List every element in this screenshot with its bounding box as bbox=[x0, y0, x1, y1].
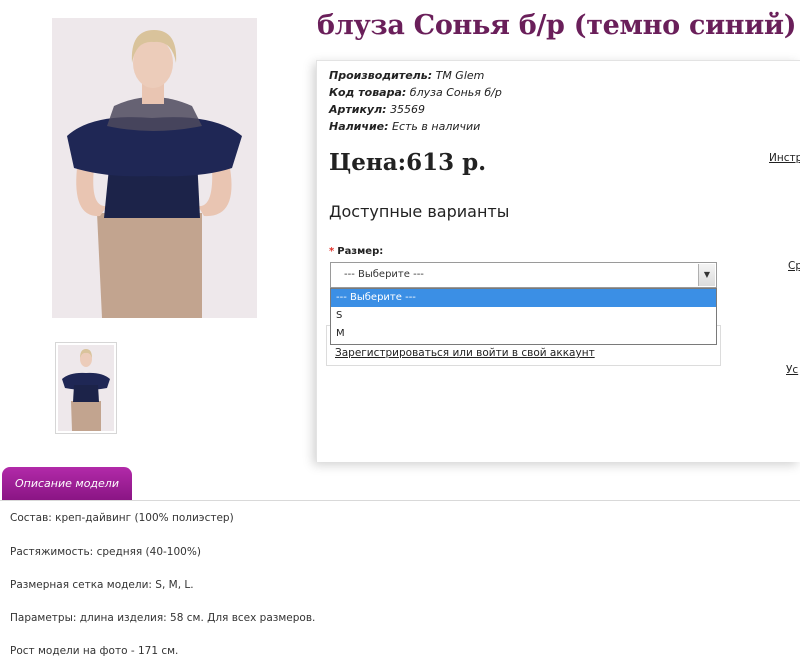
product-meta: Производитель: TM Glem Код товара: блуза… bbox=[329, 67, 502, 135]
size-label-text: Размер: bbox=[337, 246, 384, 257]
parameters-text: длина изделия: 58 см. Для всех размеров. bbox=[79, 612, 316, 624]
stretch-label: Растяжимость: bbox=[10, 546, 94, 558]
size-grid-label: Размерная сетка модели: bbox=[10, 579, 152, 591]
composition-text: креп-дайвинг (100% полиэстер) bbox=[55, 512, 234, 524]
side-link-compare[interactable]: Ср bbox=[788, 260, 800, 272]
availability-value: Есть в наличии bbox=[392, 120, 481, 133]
side-link-instruction[interactable]: Инстр bbox=[769, 152, 800, 164]
product-title: блуза Сонья б/р (темно синий) bbox=[317, 10, 797, 41]
size-select-value: --- Выберите --- bbox=[344, 269, 424, 280]
model-height-label: Рост модели на фото bbox=[10, 645, 128, 657]
product-code-value: блуза Сонья б/р bbox=[409, 86, 502, 99]
model-height-text: - 171 см. bbox=[130, 645, 179, 657]
size-option-m[interactable]: M bbox=[331, 325, 716, 343]
size-option-s[interactable]: S bbox=[331, 307, 716, 325]
composition-label: Состав: bbox=[10, 512, 52, 524]
size-option-placeholder[interactable]: --- Выберите --- bbox=[331, 289, 716, 307]
availability-row: Наличие: Есть в наличии bbox=[329, 118, 502, 135]
tab-divider bbox=[0, 500, 800, 501]
description-line: Растяжимость: средняя (40-100%) bbox=[10, 545, 315, 559]
product-code-row: Код товара: блуза Сонья б/р bbox=[329, 84, 502, 101]
stretch-text: средняя (40-100%) bbox=[96, 546, 201, 558]
manufacturer-value[interactable]: TM Glem bbox=[436, 69, 485, 82]
sku-value: 35569 bbox=[390, 103, 426, 116]
manufacturer-label: Производитель: bbox=[329, 69, 433, 82]
model-description: Состав: креп-дайвинг (100% полиэстер) Ра… bbox=[10, 511, 315, 663]
variants-heading: Доступные варианты bbox=[329, 202, 510, 221]
sku-row: Артикул: 35569 bbox=[329, 101, 502, 118]
availability-label: Наличие: bbox=[329, 120, 389, 133]
product-code-label: Код товара: bbox=[329, 86, 407, 99]
side-link-conditions[interactable]: Ус bbox=[786, 364, 798, 376]
product-info-panel: Производитель: TM Glem Код товара: блуза… bbox=[316, 60, 800, 462]
thumbnail-photo-illustration bbox=[58, 345, 114, 431]
description-line: Параметры: длина изделия: 58 см. Для все… bbox=[10, 611, 315, 625]
chevron-down-icon[interactable]: ▼ bbox=[698, 264, 715, 286]
product-price: Цена:613 р. bbox=[329, 149, 487, 176]
description-line: Размерная сетка модели: S, M, L. bbox=[10, 578, 315, 592]
register-login-link[interactable]: Зарегистрироваться или войти в свой акка… bbox=[335, 347, 595, 359]
size-label: * Размер: bbox=[329, 246, 383, 257]
required-mark: * bbox=[329, 246, 335, 257]
product-thumbnail[interactable] bbox=[55, 342, 117, 434]
size-dropdown-list[interactable]: --- Выберите --- S M bbox=[330, 288, 717, 345]
size-select[interactable]: --- Выберите --- ▼ bbox=[330, 262, 717, 288]
sku-label: Артикул: bbox=[329, 103, 387, 116]
product-main-image[interactable] bbox=[52, 18, 257, 318]
manufacturer-row: Производитель: TM Glem bbox=[329, 67, 502, 84]
parameters-label: Параметры: bbox=[10, 612, 77, 624]
tab-model-description[interactable]: Описание модели bbox=[2, 467, 132, 500]
size-grid-text: S, M, L. bbox=[155, 579, 194, 591]
model-photo-illustration bbox=[52, 18, 257, 318]
description-line: Рост модели на фото - 171 см. bbox=[10, 644, 315, 658]
description-line: Состав: креп-дайвинг (100% полиэстер) bbox=[10, 511, 315, 525]
